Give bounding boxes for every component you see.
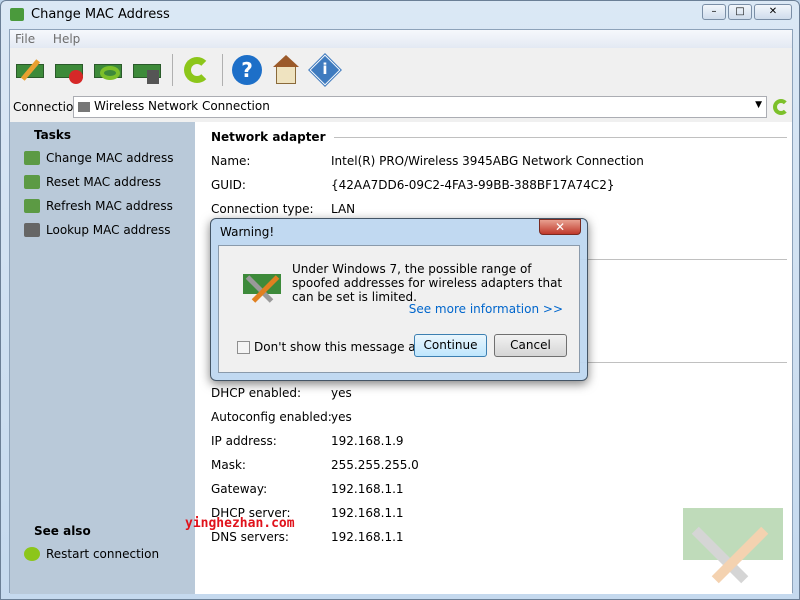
menu-bar: File Help xyxy=(10,30,792,48)
refresh-mac-icon xyxy=(24,199,40,213)
refresh-mac-icon[interactable] xyxy=(92,54,124,86)
detail-key: Autoconfig enabled: xyxy=(211,410,332,424)
connection-select[interactable]: Wireless Network Connection ▼ xyxy=(73,96,767,118)
chevron-down-icon[interactable]: ▼ xyxy=(755,100,762,110)
detail-value: Intel(R) PRO/Wireless 3945ABG Network Co… xyxy=(331,154,644,168)
refresh-connection-icon[interactable] xyxy=(773,99,789,115)
tasks-heading: Tasks xyxy=(34,128,72,142)
home-icon[interactable] xyxy=(270,54,302,86)
task-label: Change MAC address xyxy=(46,151,174,165)
task-label: Lookup MAC address xyxy=(46,223,171,237)
detail-value: 255.255.255.0 xyxy=(331,458,419,472)
task-refresh-mac[interactable]: Refresh MAC address xyxy=(10,194,195,218)
info-icon[interactable]: i xyxy=(308,53,342,87)
cancel-button[interactable]: Cancel xyxy=(494,334,567,357)
checkbox[interactable] xyxy=(237,340,250,354)
change-mac-icon[interactable] xyxy=(14,54,46,86)
toolbar-separator xyxy=(222,54,223,86)
detail-key: DHCP enabled: xyxy=(211,386,302,400)
menu-help[interactable]: Help xyxy=(53,32,80,46)
detail-key: DNS servers: xyxy=(211,530,289,544)
dialog-body: Under Windows 7, the possible range of s… xyxy=(218,245,580,373)
continue-button[interactable]: Continue xyxy=(414,334,487,357)
network-card-tools-image xyxy=(675,500,785,590)
menu-file[interactable]: File xyxy=(15,32,35,46)
lookup-mac-icon[interactable] xyxy=(131,54,163,86)
toolbar-separator xyxy=(172,54,173,86)
detail-value: LAN xyxy=(331,202,356,216)
warning-dialog: Warning! ✕ Under Windows 7, the possible… xyxy=(210,218,588,381)
window-title: Change MAC Address xyxy=(31,7,170,22)
task-lookup-mac[interactable]: Lookup MAC address xyxy=(10,218,195,242)
detail-value: 192.168.1.1 xyxy=(331,530,404,544)
detail-key: Name: xyxy=(211,154,251,168)
dialog-close-button[interactable]: ✕ xyxy=(539,219,581,235)
refresh-icon[interactable] xyxy=(181,54,213,86)
reset-mac-icon xyxy=(24,175,40,189)
detail-value: 192.168.1.1 xyxy=(331,506,404,520)
network-card-tools-icon xyxy=(241,266,285,310)
close-button[interactable]: ✕ xyxy=(754,4,792,20)
change-mac-icon xyxy=(24,151,40,165)
detail-value: yes xyxy=(331,410,352,424)
maximize-button[interactable]: □ xyxy=(728,4,752,20)
detail-value: yes xyxy=(331,386,352,400)
help-icon[interactable]: ? xyxy=(231,54,263,86)
reset-mac-icon[interactable] xyxy=(53,54,85,86)
lookup-mac-icon xyxy=(24,223,40,237)
connection-row: Connection: Wireless Network Connection … xyxy=(10,95,792,119)
watermark: yinghezhan.com xyxy=(185,516,295,531)
app-icon xyxy=(10,8,24,21)
detail-key: Connection type: xyxy=(211,202,314,216)
toolbar: ? i xyxy=(10,50,792,90)
see-more-link[interactable]: See more information >> xyxy=(409,302,563,316)
see-also-heading: See also xyxy=(34,524,91,538)
detail-value: {42AA7DD6-09C2-4FA3-99BB-388BF17A74C2} xyxy=(331,178,615,192)
connection-value: Wireless Network Connection xyxy=(94,99,270,113)
task-label: Restart connection xyxy=(46,547,160,561)
dialog-title: Warning! xyxy=(220,225,275,239)
task-reset-mac[interactable]: Reset MAC address xyxy=(10,170,195,194)
minimize-button[interactable]: – xyxy=(702,4,726,20)
section-network-adapter: Network adapter xyxy=(211,130,787,144)
task-label: Reset MAC address xyxy=(46,175,162,189)
detail-key: Mask: xyxy=(211,458,246,472)
detail-value: 192.168.1.9 xyxy=(331,434,404,448)
refresh-icon xyxy=(24,547,40,561)
dont-show-checkbox[interactable]: Don't show this message again xyxy=(237,340,442,354)
detail-key: IP address: xyxy=(211,434,277,448)
detail-key: Gateway: xyxy=(211,482,268,496)
task-panel: Tasks Change MAC address Reset MAC addre… xyxy=(10,122,195,594)
task-change-mac[interactable]: Change MAC address xyxy=(10,146,195,170)
detail-value: 192.168.1.1 xyxy=(331,482,404,496)
network-icon xyxy=(78,102,90,112)
detail-key: GUID: xyxy=(211,178,246,192)
task-label: Refresh MAC address xyxy=(46,199,173,213)
task-restart-connection[interactable]: Restart connection xyxy=(10,542,159,566)
dialog-message: Under Windows 7, the possible range of s… xyxy=(292,262,563,304)
